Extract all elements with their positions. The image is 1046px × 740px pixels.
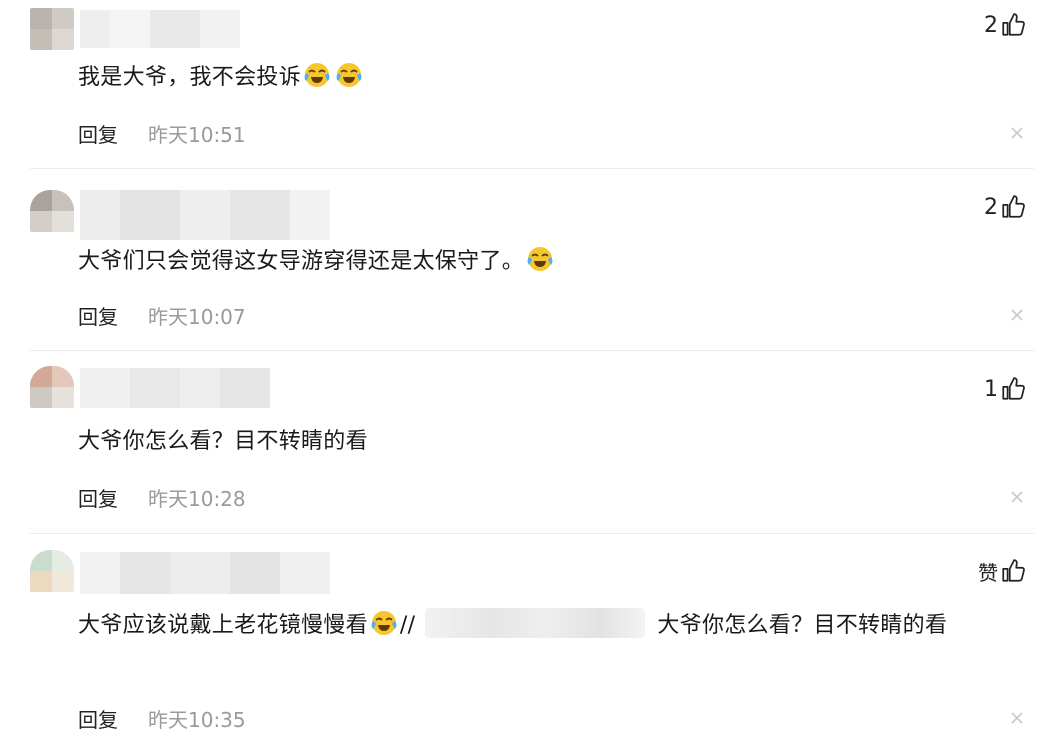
mention-blurred[interactable]: [425, 608, 646, 638]
comment-time: 昨天10:07: [148, 304, 246, 329]
divider: [30, 533, 1034, 534]
comment-footer: 回复 昨天10:28: [78, 482, 246, 512]
comment-time: 昨天10:51: [148, 122, 246, 147]
close-icon[interactable]: [1010, 711, 1024, 725]
avatar[interactable]: [30, 8, 74, 50]
like-button[interactable]: 2: [984, 192, 1026, 222]
close-icon[interactable]: [1010, 126, 1024, 140]
reply-button[interactable]: 回复: [78, 119, 118, 148]
comment-footer: 回复 昨天10:51: [78, 118, 246, 148]
reply-button[interactable]: 回复: [78, 704, 118, 733]
comment-text: 大爷应该说戴上老花镜慢慢看 // 大爷你怎么看？目不转睛的看: [78, 608, 1010, 643]
reply-button[interactable]: 回复: [78, 483, 118, 512]
close-icon[interactable]: [1010, 490, 1024, 504]
quoted-text: 大爷你怎么看？目不转睛的看: [657, 613, 948, 638]
avatar[interactable]: [30, 550, 74, 592]
username-blurred[interactable]: [80, 10, 240, 48]
like-label: 赞: [978, 560, 998, 585]
crying-laughing-emoji: [527, 247, 553, 271]
quote-separator: //: [399, 613, 416, 638]
like-button[interactable]: 1: [984, 374, 1026, 404]
username-blurred[interactable]: [80, 552, 330, 594]
comment-footer: 回复 昨天10:35: [78, 703, 246, 733]
like-count: 2: [984, 12, 998, 38]
thumbs-up-icon: [1002, 559, 1025, 582]
comment-text: 大爷们只会觉得这女导游穿得还是太保守了。: [78, 244, 1010, 279]
username-blurred[interactable]: [80, 190, 330, 240]
close-icon[interactable]: [1010, 308, 1024, 322]
like-count: 1: [984, 376, 998, 402]
comment-text-content: 大爷们只会觉得这女导游穿得还是太保守了。: [78, 249, 525, 274]
username-blurred[interactable]: [80, 368, 270, 408]
crying-laughing-emoji: [336, 63, 362, 87]
avatar[interactable]: [30, 366, 74, 408]
divider: [30, 350, 1034, 351]
comment-text: 大爷你怎么看？目不转睛的看: [78, 425, 1010, 459]
thumbs-up-icon: [1002, 377, 1025, 400]
comment-text-content: 我是大爷，我不会投诉: [78, 65, 302, 90]
crying-laughing-emoji: [371, 611, 397, 635]
crying-laughing-emoji: [304, 63, 330, 87]
avatar[interactable]: [30, 190, 74, 232]
comment-text-content: 大爷你怎么看？目不转睛的看: [78, 429, 368, 454]
comment-time: 昨天10:35: [148, 707, 246, 732]
comment-time: 昨天10:28: [148, 486, 246, 511]
like-count: 2: [984, 194, 998, 220]
divider: [30, 168, 1034, 169]
comment-footer: 回复 昨天10:07: [78, 300, 246, 330]
comment-text: 我是大爷，我不会投诉: [78, 60, 1010, 95]
comment-text-content: 大爷应该说戴上老花镜慢慢看: [78, 613, 368, 638]
reply-button[interactable]: 回复: [78, 301, 118, 330]
thumbs-up-icon: [1002, 195, 1025, 218]
thumbs-up-icon: [1002, 13, 1025, 36]
like-button[interactable]: 赞: [978, 556, 1026, 586]
like-button[interactable]: 2: [984, 10, 1026, 40]
